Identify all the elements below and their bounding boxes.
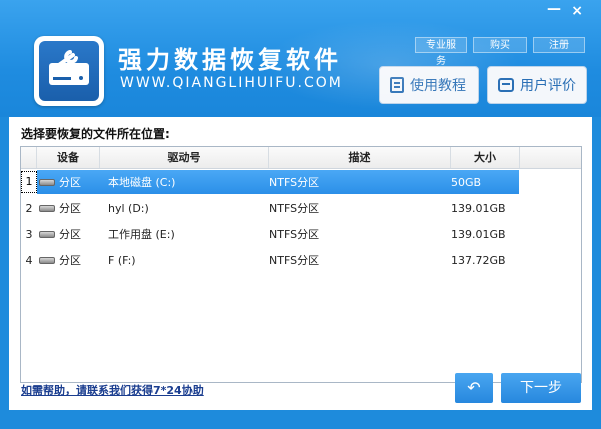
hard-drive-wrench-icon (39, 41, 99, 101)
drive-cell: hyl (D:) (108, 201, 149, 215)
device-cell: 分区 (37, 200, 100, 216)
device-label: 分区 (59, 202, 81, 215)
help-link[interactable]: 如需帮助，请联系我们获得7*24协助 (21, 382, 204, 398)
size-cell: 137.72GB (451, 253, 506, 267)
pro-service-link[interactable]: 专业服务 (415, 37, 467, 67)
column-header-size[interactable]: 大小 (451, 147, 520, 168)
device-label: 分区 (59, 176, 81, 189)
app-title: 强力数据恢复软件 (118, 46, 342, 74)
app-url: WWW.QIANGLIHUIFU.COM (120, 75, 343, 91)
table-row[interactable]: 3 分区 工作用盘 (E:) NTFS分区 139.01GB (21, 221, 581, 247)
row-index: 1 (21, 171, 37, 193)
chat-icon (498, 78, 514, 92)
disk-icon (39, 204, 55, 212)
app-window: — × 强力数据恢复软件 WWW.QIANGLIHUIFU.COM 专业服务 购… (0, 0, 601, 429)
document-icon (390, 77, 404, 93)
register-link[interactable]: 注册 (533, 37, 585, 53)
device-cell: 分区 (37, 252, 100, 268)
description-cell: NTFS分区 (269, 228, 320, 241)
minimize-button[interactable]: — (547, 2, 561, 16)
user-review-button[interactable]: 用户评价 (487, 66, 587, 104)
disk-icon (39, 178, 55, 186)
row-index: 3 (25, 227, 33, 241)
back-button[interactable]: ↶ (455, 373, 493, 403)
tutorial-label: 使用教程 (410, 78, 466, 94)
size-cell: 50GB (451, 175, 482, 189)
partition-table: 设备 驱动号 描述 大小 1 分区 本地磁盘 (C:) NTFS分区 50GB … (20, 146, 582, 383)
size-cell: 139.01GB (451, 227, 506, 241)
column-header-filler (520, 147, 581, 168)
column-header-description[interactable]: 描述 (269, 147, 451, 168)
top-links: 专业服务 购买 注册 (415, 37, 585, 67)
close-button[interactable]: × (571, 4, 583, 18)
user-review-label: 用户评价 (520, 78, 576, 94)
row-index: 4 (25, 253, 33, 267)
column-header-index (21, 147, 37, 168)
location-prompt: 选择要恢复的文件所在位置: (21, 127, 170, 141)
tutorial-button[interactable]: 使用教程 (379, 66, 479, 104)
app-logo (34, 36, 104, 106)
device-label: 分区 (59, 228, 81, 241)
device-label: 分区 (59, 254, 81, 267)
column-header-device[interactable]: 设备 (37, 147, 100, 168)
drive-cell: 工作用盘 (E:) (108, 228, 175, 241)
drive-cell: 本地磁盘 (C:) (108, 176, 176, 189)
device-cell: 分区 (37, 226, 100, 242)
main-panel: 选择要恢复的文件所在位置: 设备 驱动号 描述 大小 1 分区 本地磁盘 (C:… (9, 117, 592, 410)
column-header-drive[interactable]: 驱动号 (100, 147, 269, 168)
buy-link[interactable]: 购买 (473, 37, 527, 53)
header-banner: — × 强力数据恢复软件 WWW.QIANGLIHUIFU.COM 专业服务 购… (0, 0, 601, 117)
device-cell: 分区 (37, 174, 100, 190)
row-index: 2 (25, 201, 33, 215)
disk-icon (39, 256, 55, 264)
table-row[interactable]: 4 分区 F (F:) NTFS分区 137.72GB (21, 247, 581, 273)
next-step-button[interactable]: 下一步 (501, 373, 581, 403)
description-cell: NTFS分区 (269, 254, 320, 267)
table-row[interactable]: 1 分区 本地磁盘 (C:) NTFS分区 50GB (21, 169, 581, 195)
drive-cell: F (F:) (108, 253, 136, 267)
table-row[interactable]: 2 分区 hyl (D:) NTFS分区 139.01GB (21, 195, 581, 221)
back-arrow-icon: ↶ (467, 378, 481, 397)
table-header: 设备 驱动号 描述 大小 (21, 147, 581, 169)
disk-icon (39, 230, 55, 238)
description-cell: NTFS分区 (269, 202, 320, 215)
description-cell: NTFS分区 (269, 176, 320, 189)
size-cell: 139.01GB (451, 201, 506, 215)
